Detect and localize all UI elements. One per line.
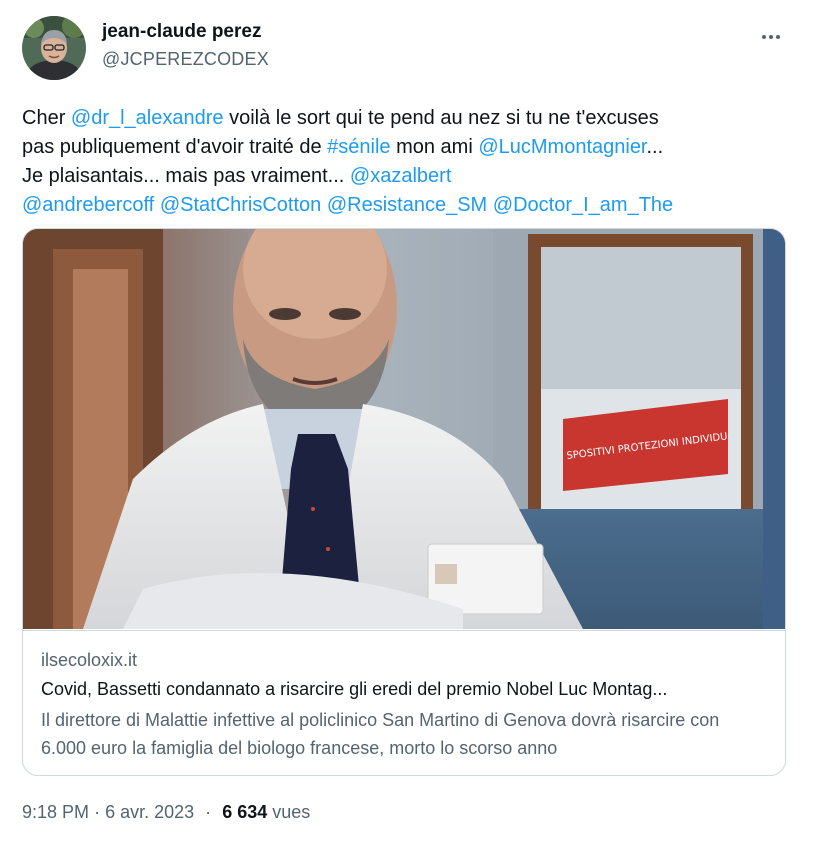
card-title: Covid, Bassetti condannato a risarcire g…: [41, 679, 668, 699]
mention-link[interactable]: @Resistance_SM: [327, 194, 487, 216]
author-display-name[interactable]: jean-claude perez: [102, 20, 269, 44]
author-handle[interactable]: @JCPEREZCODEX: [102, 46, 269, 72]
mention-link[interactable]: @LucMmontagnier: [478, 136, 646, 158]
mention-link[interactable]: @andrebercoff: [22, 194, 154, 216]
avatar[interactable]: [22, 16, 86, 80]
card-image: SPOSITIVI PROTEZIONI INDIVIDU: [23, 229, 785, 629]
more-options-icon[interactable]: [756, 22, 786, 52]
tweet-text-line: pas publiquement d'avoir traité de #séni…: [22, 133, 802, 162]
mention-link[interactable]: @StatChrisCotton: [160, 194, 321, 216]
tweet-time[interactable]: 9:18 PM · 6 avr. 2023: [22, 802, 194, 822]
mention-link[interactable]: @dr_l_alexandre: [71, 107, 224, 129]
views-label: vues: [272, 802, 311, 822]
author-names: jean-claude perez @JCPEREZCODEX: [102, 20, 269, 72]
tweet-text-segment: mon ami: [390, 136, 479, 158]
tweet-text-segment: pas publiquement d'avoir traité de: [22, 136, 328, 158]
link-card[interactable]: SPOSITIVI PROTEZIONI INDIVIDU ilsecoloxi…: [22, 228, 786, 776]
mention-link[interactable]: @Doctor_I_am_The: [493, 194, 673, 216]
card-description: Il direttore di Malattie infettive al po…: [41, 710, 720, 758]
hashtag-link[interactable]: #sénile: [327, 136, 390, 158]
meta-separator: ·: [205, 802, 212, 822]
tweet-text-line: Cher @dr_l_alexandre voilà le sort qui t…: [22, 104, 802, 133]
tweet-meta: 9:18 PM · 6 avr. 2023 · 6 634 vues: [22, 799, 310, 825]
tweet-text: Cher @dr_l_alexandre voilà le sort qui t…: [22, 104, 802, 220]
tweet-text-line: Je plaisantais... mais pas vraiment... @…: [22, 162, 802, 191]
card-domain: ilsecoloxix.it: [41, 650, 138, 670]
tweet-text-line: @andrebercoff @StatChrisCotton @Resistan…: [22, 191, 802, 220]
mention-link[interactable]: @xazalbert: [350, 165, 451, 187]
tweet-header: jean-claude perez @JCPEREZCODEX: [22, 16, 269, 84]
card-body: ilsecoloxix.it Covid, Bassetti condannat…: [23, 630, 785, 775]
tweet: jean-claude perez @JCPEREZCODEX Cher @dr…: [0, 0, 820, 841]
views-count: 6 634: [222, 802, 268, 822]
tweet-text-segment: Je plaisantais... mais pas vraiment...: [22, 165, 350, 187]
tweet-text-segment: ...: [646, 136, 664, 158]
tweet-text-segment: voilà le sort qui te pend au nez si tu n…: [223, 107, 659, 129]
tweet-text-segment: Cher: [22, 107, 71, 129]
